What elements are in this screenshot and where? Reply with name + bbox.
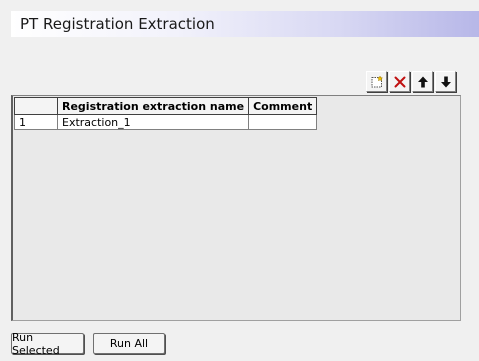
new-button[interactable] xyxy=(366,71,387,92)
table-header-row: Registration extraction name Comment xyxy=(14,97,318,115)
table-row[interactable]: 1 Extraction_1 xyxy=(14,114,318,130)
delete-icon xyxy=(393,75,407,89)
move-down-icon xyxy=(439,75,453,89)
extraction-table: Registration extraction name Comment 1 E… xyxy=(14,97,318,130)
row-comment-cell[interactable] xyxy=(248,114,318,130)
column-header-comment[interactable]: Comment xyxy=(248,97,318,115)
toolbar xyxy=(366,71,456,93)
run-all-button[interactable]: Run All xyxy=(93,333,165,354)
column-header-name[interactable]: Registration extraction name xyxy=(56,97,250,115)
column-header-index[interactable] xyxy=(14,97,58,115)
move-down-button[interactable] xyxy=(435,71,456,92)
row-name-cell[interactable]: Extraction_1 xyxy=(56,114,250,130)
panel-header: PT Registration Extraction xyxy=(11,11,479,37)
move-up-icon xyxy=(416,75,430,89)
row-index-cell[interactable]: 1 xyxy=(14,114,58,130)
move-up-button[interactable] xyxy=(412,71,433,92)
new-icon xyxy=(370,74,384,89)
extraction-table-area[interactable]: Registration extraction name Comment 1 E… xyxy=(11,95,461,321)
panel-title: PT Registration Extraction xyxy=(20,15,215,33)
run-selected-button[interactable]: Run Selected xyxy=(11,331,84,357)
delete-button[interactable] xyxy=(389,71,410,92)
